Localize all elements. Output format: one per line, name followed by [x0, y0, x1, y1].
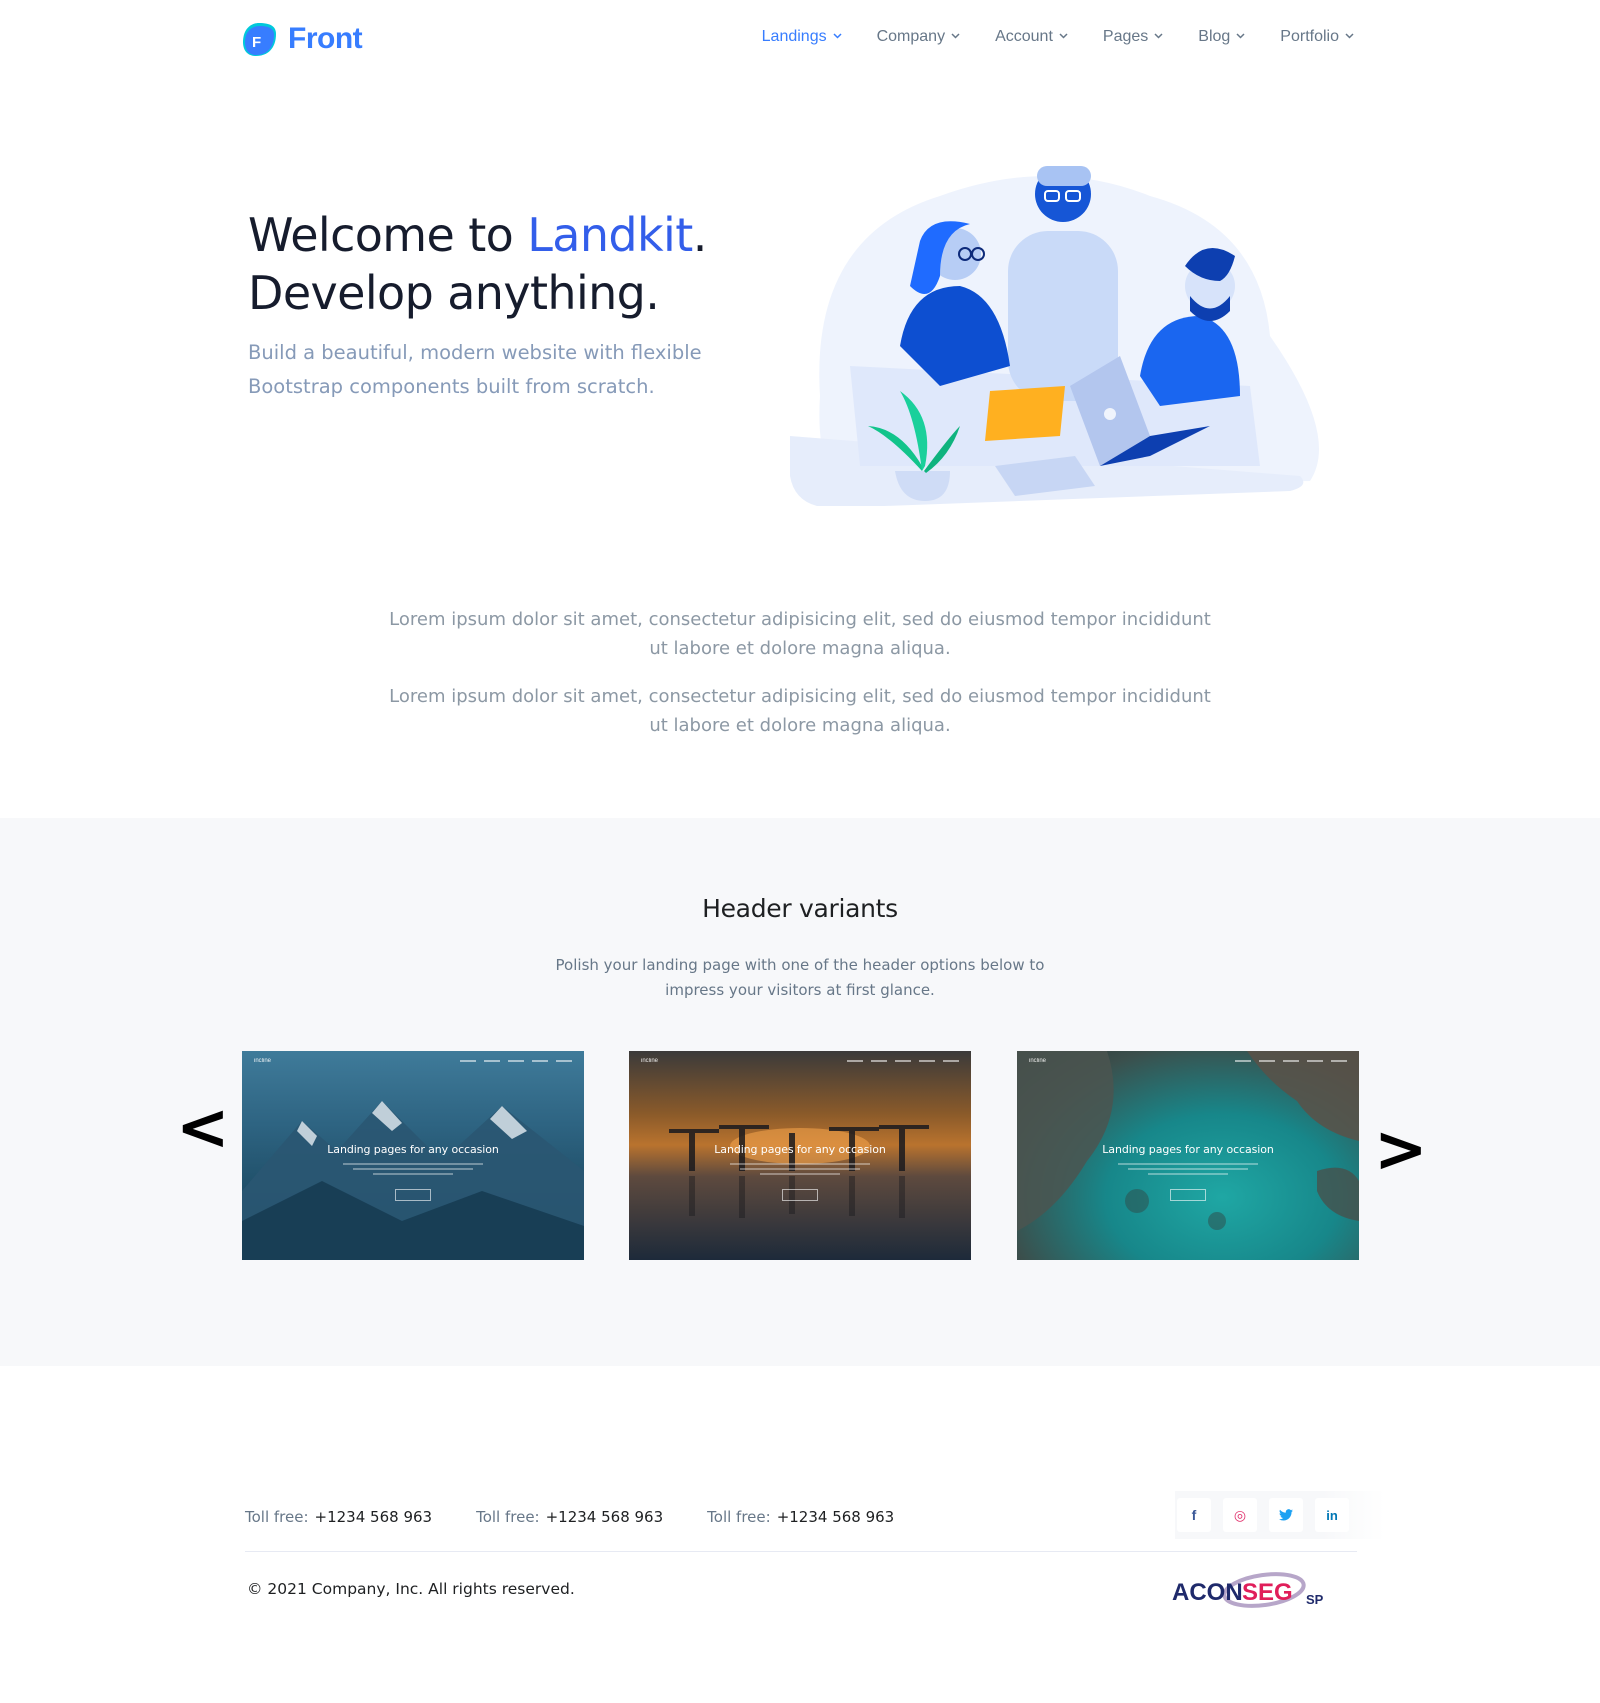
variant-card-title: Landing pages for any occasion — [1102, 1143, 1274, 1156]
social-links: f ◎ in — [1175, 1491, 1385, 1539]
twitter-icon[interactable] — [1269, 1498, 1303, 1532]
variants-subtitle: Polish your landing page with one of the… — [555, 956, 1045, 999]
nav-item-label: Portfolio — [1280, 28, 1339, 45]
nav-item-pages[interactable]: Pages — [1103, 28, 1163, 46]
variant-card-title: Landing pages for any occasion — [327, 1143, 499, 1156]
nav-item-label: Account — [995, 28, 1053, 45]
nav-item-blog[interactable]: Blog — [1198, 28, 1245, 46]
toll-label: Toll free: — [476, 1508, 540, 1526]
nav-item-landings[interactable]: Landings — [762, 28, 842, 46]
variant-card[interactable]: incline Landing pages for any occasion — [629, 1051, 971, 1260]
mini-logo: incline — [641, 1058, 659, 1064]
nav-item-label: Company — [876, 28, 946, 45]
chevron-down-icon — [1236, 30, 1245, 42]
main-nav: Landings Company Account Pages Blog Portfolio — [727, 28, 1354, 46]
linkedin-icon[interactable]: in — [1315, 1498, 1349, 1532]
nav-item-label: Pages — [1102, 28, 1149, 45]
nav-item-label: Blog — [1198, 28, 1231, 45]
brand-name: Front — [288, 22, 363, 55]
partner-logo[interactable]: ACON SEG SP — [1172, 1562, 1332, 1618]
header-variants-section: Header variants Polish your landing page… — [0, 818, 1600, 1366]
svg-text:F: F — [252, 34, 261, 51]
mini-logo: incline — [254, 1058, 272, 1064]
mini-nav: incline — [641, 1058, 959, 1064]
toll-item: Toll free: +1234 568 963 — [245, 1508, 432, 1526]
hero-title-line2: Develop anything. — [248, 266, 660, 320]
mini-nav: incline — [254, 1058, 572, 1064]
hero-title-accent: Landkit — [527, 208, 693, 262]
mini-nav: incline — [1029, 1058, 1347, 1064]
toll-number[interactable]: +1234 568 963 — [546, 1508, 664, 1526]
brand-logo[interactable]: F Front — [240, 20, 363, 58]
intro-paragraph: Lorem ipsum dolor sit amet, consectetur … — [389, 686, 1211, 736]
chevron-down-icon — [951, 30, 960, 42]
hero-section: Welcome to Landkit. Develop anything. Bu… — [0, 84, 1600, 564]
footer-divider — [245, 1551, 1357, 1552]
footer: Toll free: +1234 568 963 Toll free: +1234 … — [0, 1366, 1600, 1703]
nav-item-account[interactable]: Account — [995, 28, 1068, 46]
toll-item: Toll free: +1234 568 963 — [476, 1508, 663, 1526]
facebook-icon[interactable]: f — [1177, 1498, 1211, 1532]
toll-label: Toll free: — [245, 1508, 309, 1526]
chevron-down-icon — [1345, 30, 1354, 42]
toll-number[interactable]: +1234 568 963 — [777, 1508, 895, 1526]
navbar: F Front Landings Company Account Pages Blog P… — [0, 0, 1600, 84]
toll-number[interactable]: +1234 568 963 — [315, 1508, 433, 1526]
instagram-icon[interactable]: ◎ — [1223, 1498, 1257, 1532]
chevron-down-icon — [1059, 30, 1068, 42]
svg-text:SEG: SEG — [1242, 1579, 1293, 1606]
chevron-left-icon[interactable]: < — [176, 1096, 230, 1160]
copyright: © 2021 Company, Inc. All rights reserved… — [247, 1580, 575, 1598]
nav-item-company[interactable]: Company — [877, 28, 960, 46]
mini-logo: incline — [1029, 1058, 1047, 1064]
svg-text:SP: SP — [1306, 1592, 1324, 1607]
hero-title-prefix: Welcome to — [248, 208, 528, 262]
chevron-down-icon — [1154, 30, 1163, 42]
toll-item: Toll free: +1234 568 963 — [707, 1508, 894, 1526]
svg-text:ACON: ACON — [1172, 1579, 1243, 1606]
chevron-right-icon[interactable]: > — [1374, 1118, 1428, 1182]
hero-illustration — [790, 166, 1319, 506]
nav-item-label: Landings — [761, 28, 827, 45]
intro-section: Lorem ipsum dolor sit amet, consectetur … — [380, 605, 1220, 759]
variant-card[interactable]: incline Landing pages for any occasion — [242, 1051, 584, 1260]
variant-card-title: Landing pages for any occasion — [714, 1143, 886, 1156]
brand-mark-icon: F — [243, 23, 276, 56]
intro-paragraph: Lorem ipsum dolor sit amet, consectetur … — [389, 609, 1211, 659]
hero-lead: Build a beautiful, modern website with f… — [248, 341, 702, 398]
toll-list: Toll free: +1234 568 963 Toll free: +1234 … — [245, 1508, 894, 1526]
toll-label: Toll free: — [707, 1508, 771, 1526]
chevron-down-icon — [833, 30, 842, 42]
variant-card[interactable]: incline Landing pages for any occasion — [1017, 1051, 1359, 1260]
nav-item-portfolio[interactable]: Portfolio — [1280, 28, 1354, 46]
variants-title: Header variants — [702, 894, 898, 923]
hero-title: Welcome to Landkit. Develop anything. — [248, 206, 707, 322]
hero-title-suffix: . — [692, 208, 708, 262]
